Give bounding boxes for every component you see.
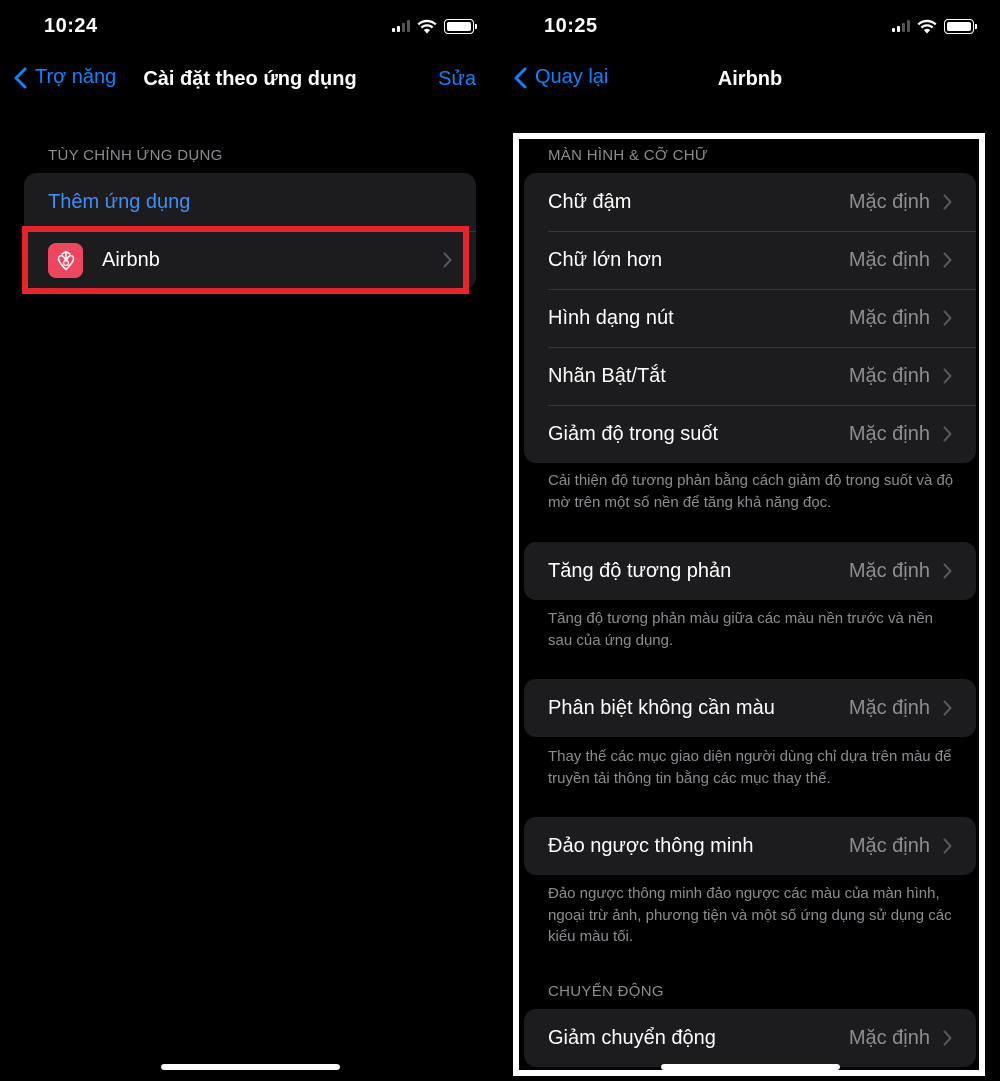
chevron-right-icon [943,1030,952,1046]
contrast-footer: Tăng độ tương phản màu giữa các màu nền … [548,610,934,649]
chevron-right-icon [943,700,952,716]
status-time: 10:25 [544,15,598,37]
status-time: 10:24 [44,15,98,37]
highlight-annotation [22,226,469,294]
status-icons [892,17,977,35]
battery-icon [444,18,477,34]
setting-row-differentiate-without-color[interactable]: Phân biệt không cần màu Mặc định [524,679,976,737]
setting-value: Mặc định [848,559,930,582]
edit-button[interactable]: Sửa [438,68,476,91]
setting-row-larger-text[interactable]: Chữ lớn hơn Mặc định [524,231,976,289]
home-indicator[interactable] [161,1064,340,1070]
wifi-icon [917,19,937,33]
setting-value: Mặc định [848,422,930,445]
add-app-button[interactable]: Thêm ứng dụng [48,191,190,214]
chevron-right-icon [943,563,952,579]
wifi-icon [417,19,437,33]
navigation-bar: Trợ năng Cài đặt theo ứng dụng Sửa [0,60,500,100]
setting-row-increase-contrast[interactable]: Tăng độ tương phản Mặc định [524,542,976,600]
chevron-right-icon [943,252,952,268]
right-screen: 10:25 Quay lại Airbnb MÀN HÌNH & CỠ CHỮ … [500,0,1000,1081]
differentiate-group: Phân biệt không cần màu Mặc định [524,679,976,737]
chevron-right-icon [943,426,952,442]
status-icons [392,17,477,35]
setting-value: Mặc định [848,248,930,271]
page-title: Cài đặt theo ứng dụng [143,68,357,90]
display-footer: Cải thiện độ tương phản bằng cách giảm đ… [548,472,954,511]
chevron-right-icon [943,368,952,384]
setting-label: Chữ đậm [548,190,632,213]
setting-row-on-off-labels[interactable]: Nhãn Bật/Tắt Mặc định [524,347,976,405]
contrast-group: Tăng độ tương phản Mặc định [524,542,976,600]
setting-label: Giảm chuyển động [548,1026,716,1049]
setting-label: Phân biệt không cần màu [548,696,775,719]
setting-label: Đảo ngược thông minh [548,834,754,857]
setting-row-reduce-motion[interactable]: Giảm chuyển động Mặc định [524,1009,976,1067]
cellular-signal-icon [892,20,910,32]
chevron-right-icon [943,310,952,326]
section-header-customize-apps: TÙY CHỈNH ỨNG DỤNG [48,147,223,164]
left-screen: 10:24 Trợ năng Cài đặt theo ứng dụng Sửa… [0,0,500,1081]
setting-label: Nhãn Bật/Tắt [548,364,666,387]
setting-row-button-shapes[interactable]: Hình dạng nút Mặc định [524,289,976,347]
navigation-bar: Quay lại Airbnb [500,60,1000,100]
section-header-display: MÀN HÌNH & CỠ CHỮ [548,147,708,164]
setting-value: Mặc định [848,364,930,387]
setting-value: Mặc định [848,190,930,213]
setting-label: Hình dạng nút [548,306,674,329]
setting-label: Giảm độ trong suốt [548,422,719,445]
smart-invert-footer: Đảo ngược thông minh đảo ngược các màu c… [548,885,952,945]
chevron-right-icon [943,838,952,854]
smart-invert-group: Đảo ngược thông minh Mặc định [524,817,976,875]
setting-value: Mặc định [848,306,930,329]
motion-group: Giảm chuyển động Mặc định [524,1009,976,1067]
setting-row-reduce-transparency[interactable]: Giảm độ trong suốt Mặc định [524,405,976,463]
home-indicator[interactable] [661,1064,840,1070]
setting-label: Chữ lớn hơn [548,248,663,271]
setting-value: Mặc định [848,1026,930,1049]
section-header-motion: CHUYỂN ĐỘNG [548,983,664,1000]
setting-value: Mặc định [848,696,930,719]
setting-row-bold-text[interactable]: Chữ đậm Mặc định [524,173,976,231]
add-app-row[interactable]: Thêm ứng dụng [24,173,476,231]
chevron-right-icon [943,194,952,210]
setting-row-smart-invert[interactable]: Đảo ngược thông minh Mặc định [524,817,976,875]
display-settings-group: Chữ đậm Mặc định Chữ lớn hơn Mặc định Hì… [524,173,976,463]
page-title: Airbnb [717,68,783,90]
differentiate-footer: Thay thế các mục giao diện người dùng ch… [548,748,952,787]
setting-value: Mặc định [848,834,930,857]
setting-label: Tăng độ tương phản [548,559,732,582]
cellular-signal-icon [392,20,410,32]
battery-icon [944,18,977,34]
